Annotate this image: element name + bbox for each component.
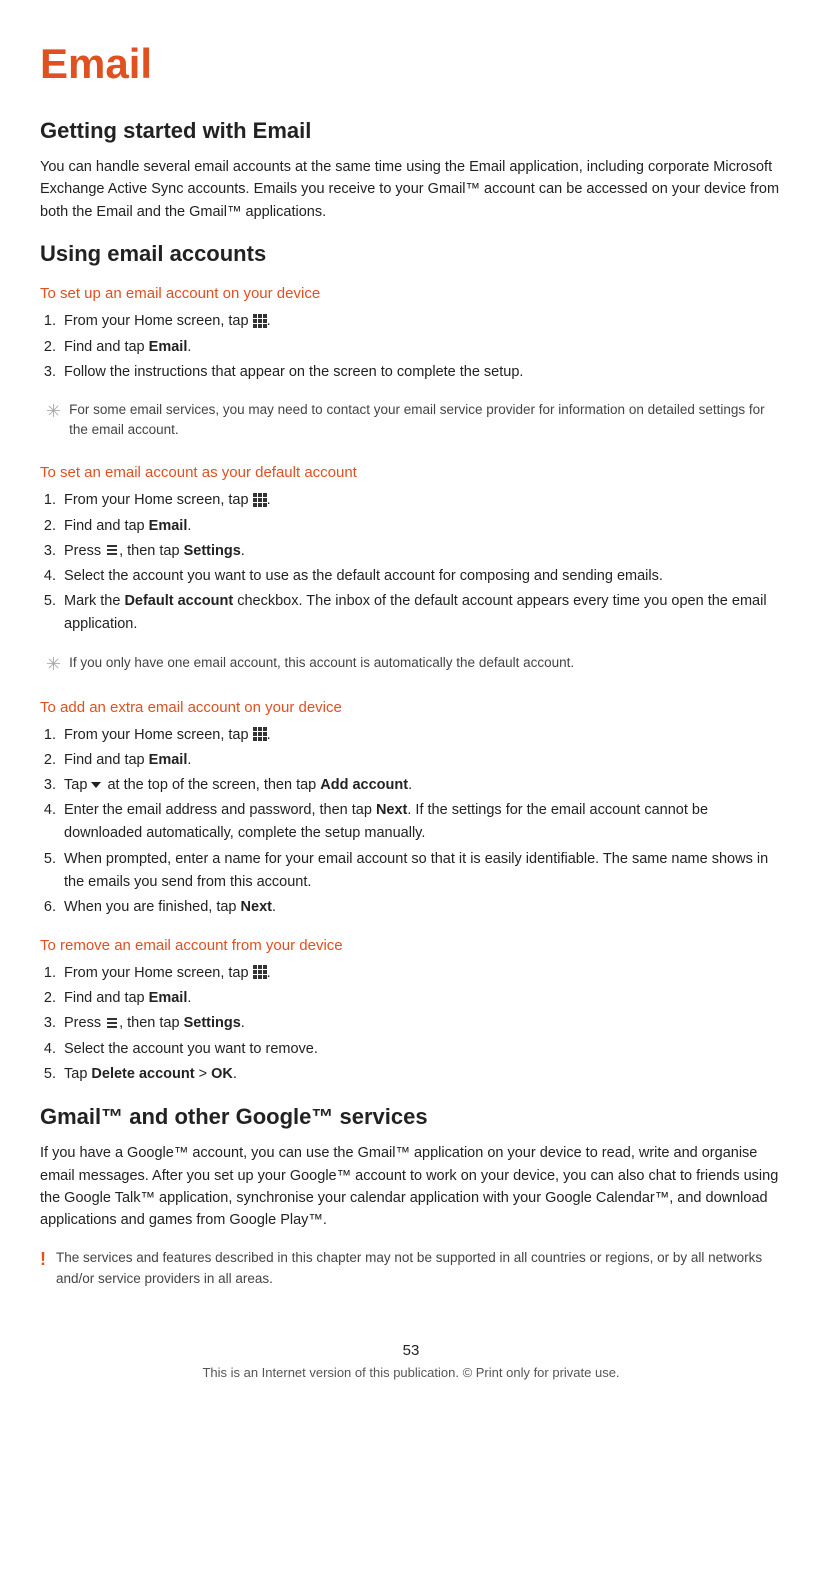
footer-text: This is an Internet version of this publ…	[40, 1365, 782, 1380]
list-item: Tap Delete account > OK.	[60, 1063, 782, 1086]
list-item: From your Home screen, tap .	[60, 489, 782, 512]
tip1-text: For some email services, you may need to…	[69, 400, 772, 441]
sub3-steps: From your Home screen, tap . Find and ta…	[60, 724, 782, 920]
list-item: Find and tap Email.	[60, 336, 782, 359]
tip-icon: ✳	[46, 401, 61, 422]
tip2-box: ✳ If you only have one email account, th…	[40, 647, 782, 681]
sub4-steps: From your Home screen, tap . Find and ta…	[60, 962, 782, 1086]
list-item: Press , then tap Settings.	[60, 540, 782, 563]
list-item: Press , then tap Settings.	[60, 1012, 782, 1035]
sub4-heading: To remove an email account from your dev…	[40, 937, 782, 954]
tip1-box: ✳ For some email services, you may need …	[40, 394, 782, 447]
sub2-steps: From your Home screen, tap . Find and ta…	[60, 489, 782, 636]
section3-heading: Gmail™ and other Google™ services	[40, 1104, 782, 1130]
sub2-heading: To set an email account as your default …	[40, 464, 782, 481]
list-item: Mark the Default account checkbox. The i…	[60, 590, 782, 636]
list-item: Select the account you want to remove.	[60, 1038, 782, 1061]
page-number: 53	[40, 1342, 782, 1359]
tip-icon: ✳	[46, 654, 61, 675]
list-item: From your Home screen, tap .	[60, 310, 782, 333]
note-box: ! The services and features described in…	[40, 1246, 782, 1292]
list-item: Select the account you want to use as th…	[60, 565, 782, 588]
section1-body: You can handle several email accounts at…	[40, 156, 782, 223]
page-title: Email	[40, 40, 782, 88]
section1-heading: Getting started with Email	[40, 118, 782, 144]
list-item: Follow the instructions that appear on t…	[60, 361, 782, 384]
page-footer: 53 This is an Internet version of this p…	[40, 1342, 782, 1380]
list-item: When you are finished, tap Next.	[60, 896, 782, 919]
list-item: Find and tap Email.	[60, 987, 782, 1010]
list-item: Tap at the top of the screen, then tap A…	[60, 774, 782, 797]
section2-heading: Using email accounts	[40, 241, 782, 267]
list-item: Enter the email address and password, th…	[60, 799, 782, 845]
tip2-text: If you only have one email account, this…	[69, 653, 574, 673]
list-item: From your Home screen, tap .	[60, 724, 782, 747]
list-item: Find and tap Email.	[60, 515, 782, 538]
list-item: From your Home screen, tap .	[60, 962, 782, 985]
section3-body: If you have a Google™ account, you can u…	[40, 1142, 782, 1232]
sub1-heading: To set up an email account on your devic…	[40, 285, 782, 302]
sub1-steps: From your Home screen, tap . Find and ta…	[60, 310, 782, 384]
note-text: The services and features described in t…	[56, 1248, 782, 1290]
sub3-heading: To add an extra email account on your de…	[40, 699, 782, 716]
list-item: Find and tap Email.	[60, 749, 782, 772]
dropdown-icon	[91, 782, 101, 788]
list-item: When prompted, enter a name for your ema…	[60, 848, 782, 894]
note-icon: !	[40, 1249, 46, 1270]
